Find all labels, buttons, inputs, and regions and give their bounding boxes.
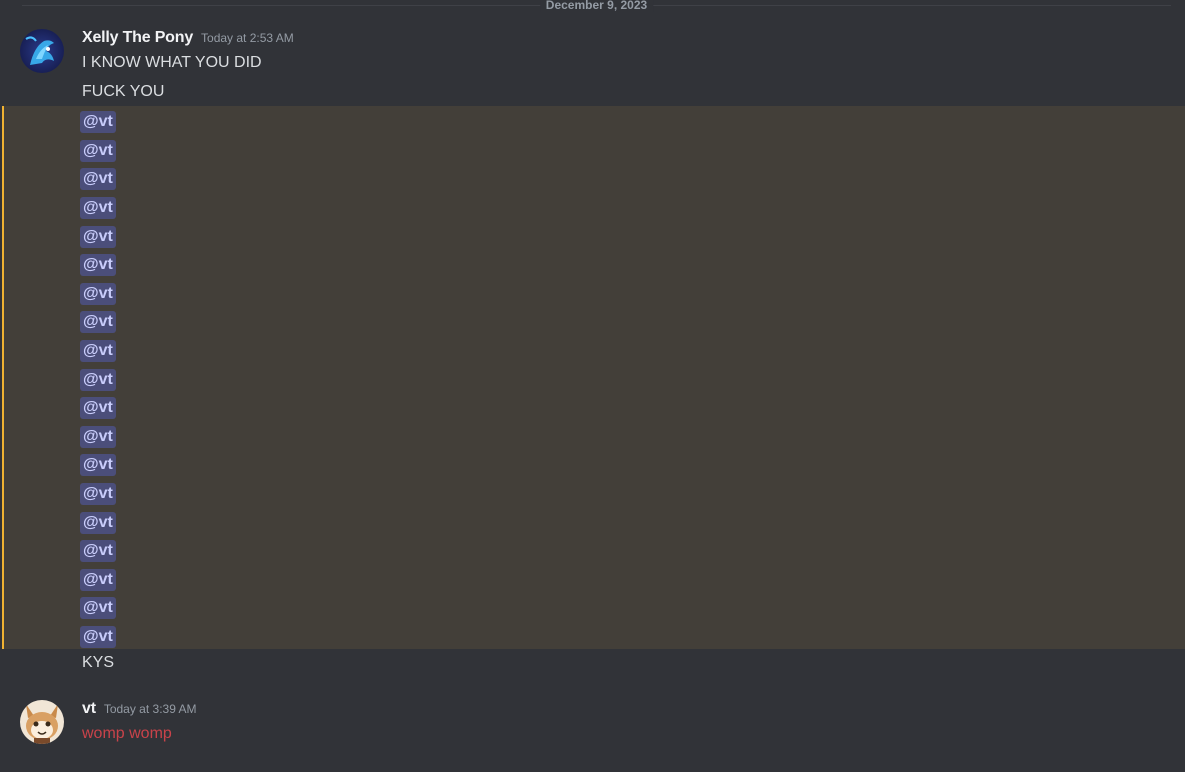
message-text: KYS: [82, 654, 115, 671]
list-item: @vt: [80, 222, 140, 251]
list-item: @vt: [80, 423, 140, 452]
user-mention[interactable]: @vt: [80, 282, 116, 305]
list-item: @vt: [80, 623, 140, 652]
list-item: @vt: [80, 537, 140, 566]
list-item: @vt: [80, 308, 140, 337]
list-item: @vt: [80, 480, 140, 509]
list-item: @vt: [80, 280, 140, 309]
list-item: @vt: [80, 394, 140, 423]
list-item: @vt: [80, 108, 140, 137]
list-item: @vt: [80, 337, 140, 366]
user-mention[interactable]: @vt: [80, 311, 116, 334]
user-mention[interactable]: @vt: [80, 425, 116, 448]
chat-messages: December 9, 2023 Xelly The Pony Today at…: [0, 0, 1185, 772]
user-mention[interactable]: @vt: [80, 368, 116, 391]
mention-list: @vt @vt @vt @vt @vt @vt @vt @vt @vt @vt …: [80, 108, 140, 651]
user-mention[interactable]: @vt: [80, 254, 116, 277]
user-mention[interactable]: @vt: [80, 111, 116, 134]
message-text: I KNOW WHAT YOU DID: [82, 54, 262, 71]
list-item: @vt: [80, 251, 140, 280]
user-mention[interactable]: @vt: [80, 597, 116, 620]
user-mention[interactable]: @vt: [80, 197, 116, 220]
user-mention[interactable]: @vt: [80, 340, 116, 363]
message-timestamp[interactable]: Today at 3:39 AM: [104, 702, 197, 716]
user-mention[interactable]: @vt: [80, 483, 116, 506]
list-item: @vt: [80, 508, 140, 537]
message-header: vt Today at 3:39 AM: [82, 700, 197, 722]
list-item: @vt: [80, 137, 140, 166]
mention-highlight: [2, 106, 1185, 649]
message-timestamp[interactable]: Today at 2:53 AM: [201, 31, 294, 45]
user-mention[interactable]: @vt: [80, 454, 116, 477]
date-divider-label: December 9, 2023: [539, 0, 654, 12]
list-item: @vt: [80, 451, 140, 480]
user-mention[interactable]: @vt: [80, 168, 116, 191]
message-text: FUCK YOU: [82, 83, 165, 100]
pony-avatar-icon[interactable]: [20, 29, 64, 73]
message-header: Xelly The Pony Today at 2:53 AM: [82, 29, 294, 51]
list-item: @vt: [80, 365, 140, 394]
date-divider: December 9, 2023: [22, 0, 1171, 12]
list-item: @vt: [80, 194, 140, 223]
username[interactable]: vt: [82, 700, 96, 718]
user-mention[interactable]: @vt: [80, 540, 116, 563]
user-mention[interactable]: @vt: [80, 511, 116, 534]
list-item: @vt: [80, 594, 140, 623]
user-mention[interactable]: @vt: [80, 568, 116, 591]
user-mention[interactable]: @vt: [80, 625, 116, 648]
user-mention[interactable]: @vt: [80, 225, 116, 248]
list-item: @vt: [80, 165, 140, 194]
user-mention[interactable]: @vt: [80, 397, 116, 420]
username[interactable]: Xelly The Pony: [82, 29, 193, 47]
message-text: womp womp: [82, 725, 172, 742]
list-item: @vt: [80, 566, 140, 595]
cat-avatar-icon[interactable]: [20, 700, 64, 744]
user-mention[interactable]: @vt: [80, 139, 116, 162]
